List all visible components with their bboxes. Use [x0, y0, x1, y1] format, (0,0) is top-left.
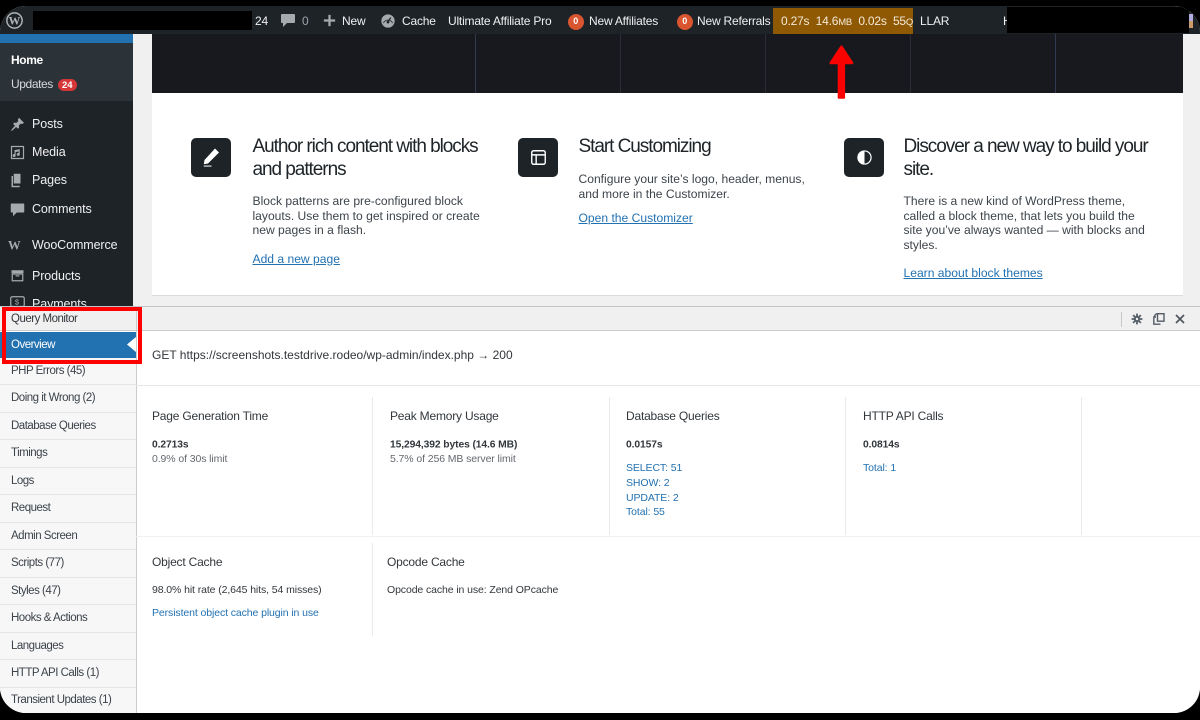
svg-text:W: W — [9, 14, 21, 28]
svg-text:W: W — [8, 238, 21, 252]
